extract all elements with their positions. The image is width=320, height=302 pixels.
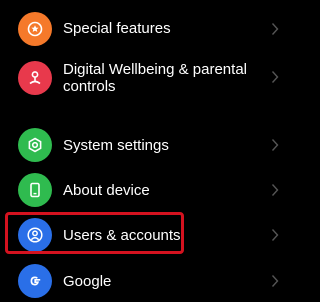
- settings-item-special-features[interactable]: Special features: [0, 10, 300, 48]
- settings-item-google[interactable]: Google: [0, 262, 300, 300]
- settings-item-about-device[interactable]: About device: [0, 171, 300, 209]
- settings-item-label: Google: [63, 273, 112, 290]
- chevron-right-icon: [271, 229, 279, 241]
- chevron-right-icon: [271, 275, 279, 287]
- chevron-right-icon: [271, 71, 279, 83]
- google-icon: [18, 264, 52, 298]
- chevron-right-icon: [271, 139, 279, 151]
- chevron-right-icon: [271, 23, 279, 35]
- chevron-right-icon: [271, 184, 279, 196]
- settings-item-system-settings[interactable]: System settings: [0, 126, 300, 164]
- settings-item-digital-wellbeing[interactable]: Digital Wellbeing & parental controls: [0, 56, 300, 102]
- gear-hexagon-icon: [18, 128, 52, 162]
- wellbeing-person-icon: [18, 61, 52, 95]
- settings-item-label-line2: controls: [63, 78, 116, 95]
- settings-item-label: System settings: [63, 137, 169, 154]
- settings-item-label: Digital Wellbeing & parental: [63, 61, 247, 78]
- star-gear-icon: [18, 12, 52, 46]
- settings-item-label: Special features: [63, 20, 171, 37]
- settings-item-label: About device: [63, 182, 150, 199]
- phone-icon: [18, 173, 52, 207]
- highlight-box: [5, 212, 184, 254]
